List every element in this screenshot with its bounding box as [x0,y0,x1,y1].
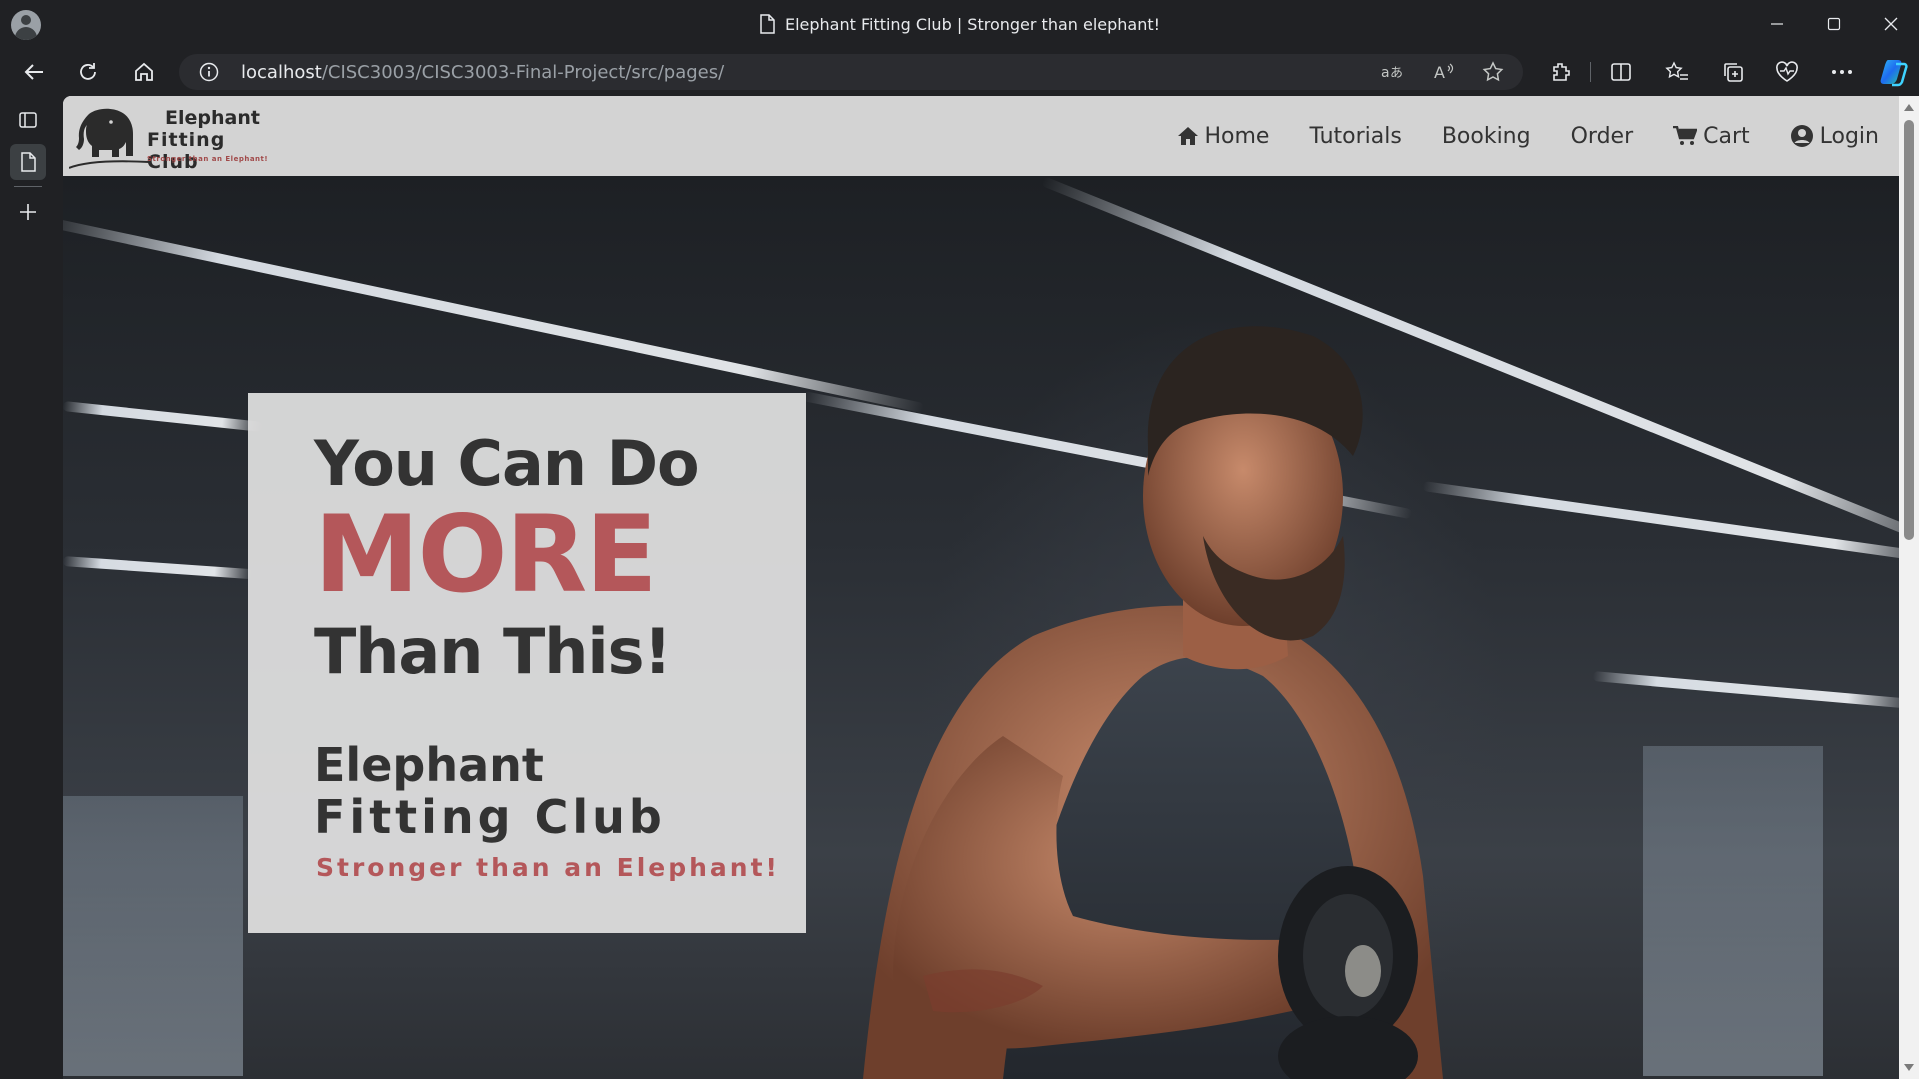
user-circle-icon [1790,125,1813,147]
nav-booking-label: Booking [1441,123,1531,149]
svg-text:A: A [1434,63,1445,82]
nav-tutorials-label: Tutorials [1309,123,1402,149]
nav-cart-label: Cart [1703,123,1750,149]
page-icon [759,14,775,38]
maximize-icon[interactable] [1805,0,1862,48]
nav-home-label: Home [1204,123,1270,149]
elephant-logo-icon [69,108,149,169]
minimize-icon[interactable] [1748,0,1805,48]
close-icon[interactable] [1862,0,1919,48]
split-screen-icon[interactable] [1604,55,1638,89]
logo-title: Elephant Fitting Club [147,107,269,173]
cart-icon [1673,126,1698,145]
logo-title-line2: Fitting Club [147,129,226,173]
vertical-tab-sidebar [0,96,62,1079]
hero-text-card: You Can Do MORE Than This! Elephant Fitt… [248,393,806,933]
home-icon [1177,127,1198,145]
site-navbar: Elephant Fitting Club Stronger than an E… [63,96,1899,176]
site-logo[interactable]: Elephant Fitting Club Stronger than an E… [69,100,269,173]
sidebar-tab-page-icon[interactable] [10,144,46,180]
logo-title-line1: Elephant [165,107,260,129]
translate-icon[interactable]: aあ [1380,60,1404,84]
logo-tagline: Stronger than an Elephant! [147,155,269,163]
active-tab[interactable]: Elephant Fitting Club | Stronger than el… [0,14,1919,38]
hero-tagline: Stronger than an Elephant! [316,853,780,882]
nav-order[interactable]: Order [1571,124,1634,149]
url-text: localhost/CISC3003/CISC3003-Final-Projec… [241,62,725,83]
favorites-icon[interactable] [1660,55,1694,89]
nav-login-label: Login [1819,123,1879,149]
back-icon[interactable] [16,54,52,90]
nav-cart[interactable]: Cart [1673,124,1750,149]
hero-headline-highlight: MORE [314,493,658,616]
scrollbar-thumb[interactable] [1904,120,1914,540]
site-nav-links: Home Tutorials Booking Order Cart Login [1137,96,1879,176]
nav-home[interactable]: Home [1177,123,1270,149]
nav-login[interactable]: Login [1790,124,1879,149]
more-options-icon[interactable] [1825,55,1859,89]
read-aloud-icon[interactable]: A [1432,60,1456,84]
scroll-up-arrow-icon[interactable] [1904,104,1914,111]
home-browser-icon[interactable] [126,54,162,90]
new-tab-plus-icon[interactable] [10,194,46,230]
hero-section: You Can Do MORE Than This! Elephant Fitt… [63,176,1899,1079]
page-scrollbar[interactable] [1899,96,1919,1079]
site-info-icon[interactable] [199,62,219,86]
toolbar-divider [1590,62,1591,82]
favorite-star-icon[interactable] [1481,60,1505,84]
svg-text:あ: あ [1390,66,1403,81]
nav-order-label: Order [1570,123,1634,149]
nav-tutorials[interactable]: Tutorials [1309,124,1401,149]
hero-headline-line3: Than This! [314,615,672,688]
extensions-icon[interactable] [1544,55,1578,89]
hero-brand-line1: Elephant [314,738,544,792]
svg-text:a: a [1381,65,1390,81]
collections-icon[interactable] [1716,55,1750,89]
copilot-icon[interactable] [1877,55,1911,89]
browser-title-bar: Elephant Fitting Club | Stronger than el… [0,0,1919,48]
hero-headline-line1: You Can Do [314,427,700,500]
nav-booking[interactable]: Booking [1442,124,1531,149]
tab-title-text: Elephant Fitting Club | Stronger than el… [784,15,1161,34]
browser-essentials-icon[interactable] [1770,55,1804,89]
sidebar-divider [14,186,42,187]
scroll-down-arrow-icon[interactable] [1904,1064,1914,1071]
hero-brand-line2: Fitting Club [314,790,666,844]
page-viewport: Elephant Fitting Club Stronger than an E… [63,96,1899,1079]
tab-actions-icon[interactable] [10,102,46,138]
address-bar[interactable]: localhost/CISC3003/CISC3003-Final-Projec… [179,54,1523,90]
reload-icon[interactable] [70,54,106,90]
